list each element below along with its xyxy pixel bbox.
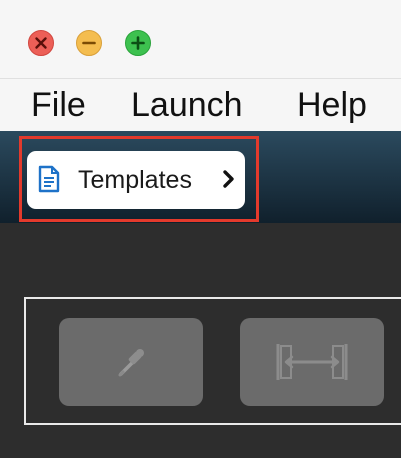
minimize-window-button[interactable] xyxy=(76,30,102,56)
maximize-icon xyxy=(125,30,151,56)
templates-button[interactable]: Templates xyxy=(27,151,245,209)
minimize-icon xyxy=(76,30,102,56)
maximize-window-button[interactable] xyxy=(125,30,151,56)
measure-width-icon xyxy=(276,344,348,380)
menu-launch[interactable]: Launch xyxy=(131,85,243,125)
close-icon xyxy=(28,30,54,56)
menu-bar: File Launch Help xyxy=(0,78,401,131)
eyedropper-button[interactable] xyxy=(59,318,203,406)
menu-help[interactable]: Help xyxy=(297,85,367,125)
document-icon xyxy=(38,165,60,193)
menu-file[interactable]: File xyxy=(31,85,86,125)
templates-label: Templates xyxy=(78,166,192,194)
eyedropper-icon xyxy=(118,349,144,377)
measure-width-button[interactable] xyxy=(240,318,384,406)
close-window-button[interactable] xyxy=(28,30,54,56)
window-titlebar xyxy=(0,0,401,78)
chevron-right-icon xyxy=(223,170,234,188)
